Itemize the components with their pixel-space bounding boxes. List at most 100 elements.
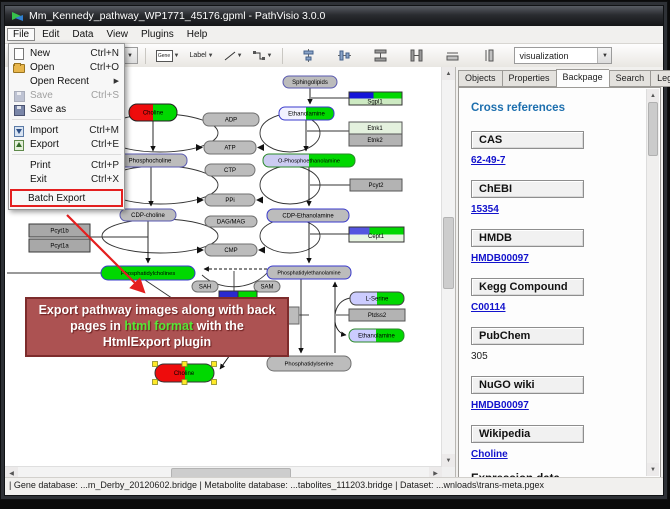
- node-ctp[interactable]: CTP: [205, 164, 255, 176]
- menu-view[interactable]: View: [100, 28, 134, 41]
- tab-backpage[interactable]: Backpage: [556, 69, 609, 88]
- tab-properties[interactable]: Properties: [502, 70, 556, 87]
- chevron-down-icon[interactable]: ▼: [597, 48, 611, 63]
- line-icon: [224, 50, 236, 62]
- menu-file[interactable]: File: [7, 28, 35, 41]
- node-o-phosphoethanolamine[interactable]: O-Phosphoethanolamine: [263, 154, 355, 167]
- file-menu-item-save: Save Ctrl+S: [10, 88, 123, 102]
- xref-source-label: CAS: [471, 131, 584, 149]
- xref-source-label: Wikipedia: [471, 425, 584, 443]
- svg-text:Phosphatidylethanolamine: Phosphatidylethanolamine: [277, 271, 340, 277]
- xref-link[interactable]: Choline: [471, 449, 508, 460]
- node-ethanolamine[interactable]: Ethanolamine: [279, 107, 334, 120]
- svg-text:SAH: SAH: [199, 285, 211, 291]
- status-text: | Gene database: ...m_Derby_20120602.bri…: [9, 480, 544, 490]
- node-sphingolipids[interactable]: Sphingolipids: [283, 76, 337, 88]
- node-adp[interactable]: ADP: [203, 113, 259, 126]
- tab-objects[interactable]: Objects: [458, 70, 502, 87]
- node-phosphatidylcholines[interactable]: Phosphatidylcholines: [101, 266, 195, 280]
- title-bar[interactable]: Mm_Kennedy_pathway_WP1771_45176.gpml - P…: [5, 6, 663, 26]
- scroll-up-icon[interactable]: ▲: [442, 67, 455, 80]
- svg-text:CMP: CMP: [224, 248, 237, 254]
- align-center-button[interactable]: [296, 46, 320, 66]
- common-width-button[interactable]: [476, 46, 500, 66]
- visualization-combobox[interactable]: visualization ▼: [514, 47, 612, 64]
- xref-section-nugo: NuGO wiki HMDB00097: [471, 375, 646, 411]
- file-menu-item-open[interactable]: Open Ctrl+O: [10, 60, 123, 74]
- svg-text:L-Serine: L-Serine: [366, 297, 389, 303]
- new-connector-button[interactable]: ▼: [250, 46, 276, 66]
- node-l-serine[interactable]: L-Serine: [350, 292, 404, 305]
- file-menu-item-save-as[interactable]: Save as: [10, 102, 123, 116]
- xref-link[interactable]: 62-49-7: [471, 155, 505, 166]
- menu-help[interactable]: Help: [181, 28, 214, 41]
- distribute-vertical-button[interactable]: [368, 46, 392, 66]
- align-middle-button[interactable]: [332, 46, 356, 66]
- menu-data[interactable]: Data: [66, 28, 99, 41]
- xref-link[interactable]: HMDB00097: [471, 253, 529, 264]
- node-cmp[interactable]: CMP: [205, 244, 257, 256]
- node-dag[interactable]: DAG/MAG: [205, 216, 257, 227]
- node-choline-selected[interactable]: Choline: [153, 362, 217, 385]
- tab-legend[interactable]: Legend: [650, 70, 670, 87]
- node-ethanolamine-bottom[interactable]: Ethanolamine: [349, 329, 404, 342]
- node-pcyt1a[interactable]: Pcyt1a: [29, 239, 90, 252]
- xref-link[interactable]: 15354: [471, 204, 499, 215]
- align-middle-icon: [338, 49, 351, 62]
- file-menu-item-open-recent[interactable]: Open Recent ▶: [10, 74, 123, 88]
- node-phosphatidylserine[interactable]: Phosphatidylserine: [267, 356, 351, 371]
- new-gene-button[interactable]: Gene ▼: [153, 46, 183, 66]
- callout-box: Export pathway images along with back pa…: [25, 297, 289, 357]
- window-title: Mm_Kennedy_pathway_WP1771_45176.gpml - P…: [29, 10, 325, 22]
- node-phosphatidylethanolamine[interactable]: Phosphatidylethanolamine: [267, 266, 351, 279]
- node-pcyt2[interactable]: Pcyt2: [350, 179, 402, 191]
- svg-text:Ethanolamine: Ethanolamine: [288, 112, 325, 118]
- file-menu-item-new[interactable]: New Ctrl+N: [10, 46, 123, 60]
- import-icon: [13, 125, 25, 136]
- file-menu-item-print[interactable]: Print Ctrl+P: [10, 158, 123, 172]
- chevron-down-icon[interactable]: ▼: [208, 53, 214, 59]
- new-line-button[interactable]: ▼: [221, 46, 246, 66]
- xref-link[interactable]: HMDB00097: [471, 400, 529, 411]
- node-choline[interactable]: Choline: [129, 104, 177, 121]
- file-menu-item-import[interactable]: Import Ctrl+M: [10, 123, 123, 137]
- node-ppi[interactable]: PPi: [205, 194, 255, 206]
- node-cept1[interactable]: Cept1: [349, 227, 404, 242]
- node-etnk1[interactable]: Etnk1: [349, 122, 402, 134]
- xref-link[interactable]: C00114: [471, 302, 505, 313]
- scroll-up-icon[interactable]: ▲: [647, 89, 659, 102]
- scroll-down-icon[interactable]: ▼: [442, 454, 455, 467]
- node-atp[interactable]: ATP: [204, 141, 256, 154]
- chevron-down-icon[interactable]: ▼: [174, 53, 180, 59]
- vertical-scroll-thumb[interactable]: [443, 217, 454, 289]
- distribute-horizontal-button[interactable]: [404, 46, 428, 66]
- app-icon: [12, 11, 23, 22]
- chevron-down-icon[interactable]: ▼: [237, 53, 243, 59]
- node-sam[interactable]: SAM: [254, 281, 280, 292]
- tab-search[interactable]: Search: [609, 70, 651, 87]
- node-etnk2[interactable]: Etnk2: [349, 134, 402, 146]
- xref-value: 305: [471, 351, 488, 362]
- node-sah[interactable]: SAH: [192, 281, 218, 292]
- scroll-down-icon[interactable]: ▼: [647, 463, 659, 476]
- new-label-button[interactable]: Label ▼: [186, 46, 216, 66]
- node-pcyt1b[interactable]: Pcyt1b: [29, 224, 90, 237]
- chevron-down-icon[interactable]: ▼: [267, 53, 273, 59]
- svg-text:CDP-Ethanolamine: CDP-Ethanolamine: [282, 214, 334, 220]
- menu-edit[interactable]: Edit: [36, 28, 65, 41]
- common-height-button[interactable]: [440, 46, 464, 66]
- export-icon: [13, 139, 25, 150]
- panel-scroll-thumb[interactable]: [648, 102, 658, 156]
- canvas-vertical-scrollbar[interactable]: ▲ ▼: [441, 67, 455, 467]
- file-menu-item-batch-export[interactable]: Batch Export: [10, 189, 123, 207]
- file-menu-item-export[interactable]: Export Ctrl+E: [10, 137, 123, 151]
- menu-plugins[interactable]: Plugins: [135, 28, 180, 41]
- file-menu-item-exit[interactable]: Exit Ctrl+X: [10, 172, 123, 186]
- svg-text:CDP-choline: CDP-choline: [131, 213, 165, 219]
- panel-vertical-scrollbar[interactable]: ▲ ▼: [646, 89, 659, 476]
- node-sgpl1[interactable]: Sgpl1: [349, 92, 402, 106]
- node-cdp-choline[interactable]: CDP-choline: [120, 209, 176, 221]
- node-ptdss2[interactable]: Ptdss2: [349, 309, 405, 321]
- svg-text:DAG/MAG: DAG/MAG: [217, 220, 246, 226]
- node-cdp-ethanolamine[interactable]: CDP-Ethanolamine: [267, 209, 349, 222]
